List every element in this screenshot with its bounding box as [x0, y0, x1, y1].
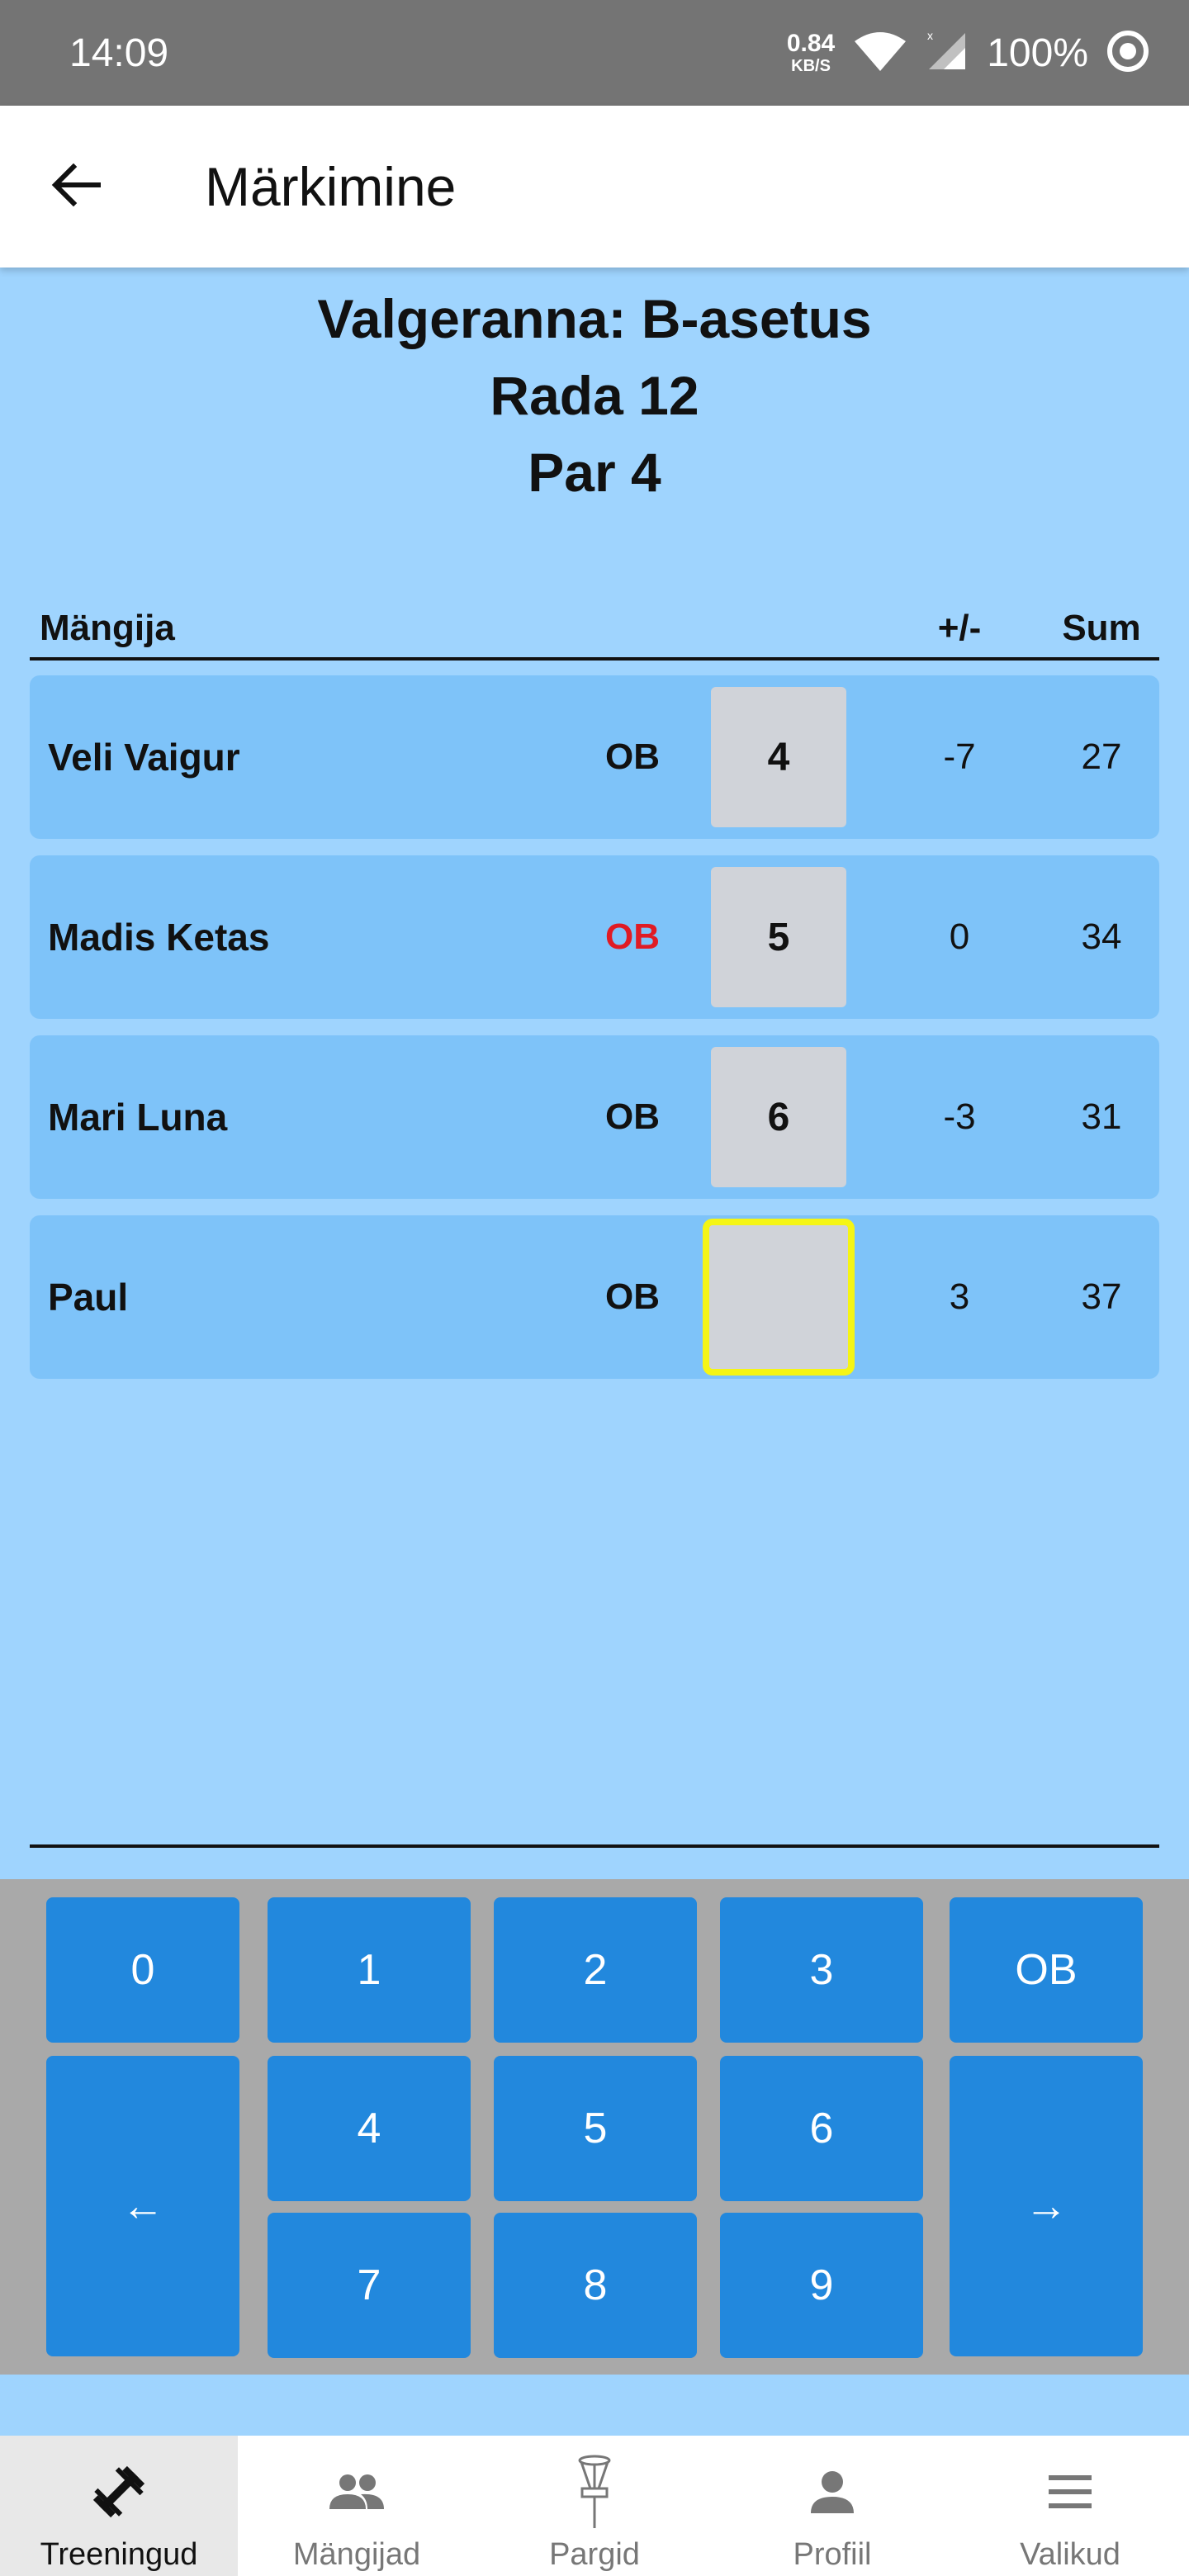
- player-row: Paul OB 3 37: [30, 1215, 1159, 1379]
- score-cell[interactable]: 5: [711, 867, 846, 1007]
- hole-header: Valgeranna: B-asetus Rada 12 Par 4: [0, 281, 1189, 511]
- nav-label: Pargid: [549, 2537, 640, 2572]
- player-name: Paul: [48, 1276, 129, 1319]
- status-bar: 14:09 0.84 KB/S x 100%: [0, 0, 1189, 106]
- nav-label: Valikud: [1020, 2537, 1120, 2572]
- key-1[interactable]: 1: [268, 1897, 471, 2043]
- nav-item-valikud[interactable]: Valikud: [951, 2436, 1189, 2576]
- nav-label: Profiil: [793, 2537, 872, 2572]
- course-name: Valgeranna: B-asetus: [317, 288, 872, 349]
- status-icons: 0.84 KB/S x 100%: [786, 29, 1149, 77]
- sum-value: 31: [1081, 1096, 1122, 1137]
- nav-item-profiil[interactable]: Profiil: [713, 2436, 951, 2576]
- plus-minus-value: 3: [949, 1276, 970, 1317]
- battery-percent: 100%: [987, 31, 1088, 75]
- sum-value: 37: [1081, 1276, 1122, 1317]
- player-name: Madis Ketas: [48, 916, 270, 959]
- player-rows: Veli Vaigur OB 4 -7 27 Madis Ketas OB 5 …: [30, 675, 1159, 1395]
- player-row: Veli Vaigur OB 4 -7 27: [30, 675, 1159, 839]
- sum-value: 27: [1081, 736, 1122, 777]
- score-table-header: Mängija +/- Sum: [30, 603, 1159, 661]
- battery-saver-icon: [1106, 30, 1149, 77]
- key-7[interactable]: 7: [268, 2213, 471, 2358]
- status-time: 14:09: [69, 31, 169, 75]
- plus-minus-value: -3: [943, 1096, 976, 1137]
- app-bar: Märkimine: [0, 106, 1189, 268]
- nav-label: Mängijad: [292, 2537, 421, 2572]
- signal-icon: x: [926, 29, 969, 77]
- key-2[interactable]: 2: [494, 1897, 697, 2043]
- score-keypad: 0 1 2 3 OB ← 4 5 6 → 7 8 9: [0, 1879, 1189, 2375]
- back-button[interactable]: [38, 149, 114, 225]
- nav-label: Treeningud: [40, 2537, 198, 2572]
- person-icon: [809, 2455, 855, 2529]
- ob-toggle[interactable]: OB: [583, 675, 682, 839]
- plus-minus-value: -7: [943, 736, 976, 777]
- next-player-button[interactable]: →: [950, 2056, 1143, 2356]
- key-5[interactable]: 5: [494, 2056, 697, 2201]
- svg-text:x: x: [927, 30, 933, 42]
- header-plus-minus: +/-: [937, 608, 982, 648]
- arrow-left-icon: ←: [121, 2182, 164, 2230]
- key-0[interactable]: 0: [46, 1897, 239, 2043]
- nav-item-treeningud[interactable]: Treeningud: [0, 2436, 238, 2576]
- score-cell[interactable]: 4: [711, 687, 846, 827]
- wifi-icon: [853, 30, 907, 77]
- divider: [30, 1844, 1159, 1848]
- hole-par: Par 4: [528, 442, 661, 503]
- net-speed-unit: KB/S: [791, 57, 831, 75]
- ob-toggle[interactable]: OB: [583, 855, 682, 1019]
- score-cell-selected[interactable]: [703, 1219, 855, 1376]
- arrow-right-icon: →: [1025, 2182, 1068, 2230]
- key-6[interactable]: 6: [720, 2056, 923, 2201]
- page-title: Märkimine: [205, 156, 457, 217]
- score-cell[interactable]: 6: [711, 1047, 846, 1187]
- player-row: Madis Ketas OB 5 0 34: [30, 855, 1159, 1019]
- people-icon: [328, 2455, 386, 2529]
- key-4[interactable]: 4: [268, 2056, 471, 2201]
- app-root: 14:09 0.84 KB/S x 100% Märkimine Valgera…: [0, 0, 1189, 2576]
- hole-number: Rada 12: [490, 365, 699, 426]
- key-9[interactable]: 9: [720, 2213, 923, 2358]
- net-speed: 0.84 KB/S: [786, 30, 836, 75]
- bottom-nav: Treeningud Mängijad Pargid Profiil Valik…: [0, 2436, 1189, 2576]
- header-sum: Sum: [1062, 608, 1141, 648]
- ob-toggle[interactable]: OB: [583, 1035, 682, 1199]
- disc-golf-basket-icon: [574, 2455, 615, 2529]
- net-speed-value: 0.84: [786, 30, 836, 57]
- sum-value: 34: [1081, 916, 1122, 957]
- dumbbell-icon: [90, 2455, 148, 2529]
- key-8[interactable]: 8: [494, 2213, 697, 2358]
- player-row: Mari Luna OB 6 -3 31: [30, 1035, 1159, 1199]
- menu-icon: [1047, 2455, 1093, 2529]
- player-name: Veli Vaigur: [48, 736, 240, 779]
- nav-item-pargid[interactable]: Pargid: [476, 2436, 713, 2576]
- prev-player-button[interactable]: ←: [46, 2056, 239, 2356]
- nav-item-mangijad[interactable]: Mängijad: [238, 2436, 476, 2576]
- player-name: Mari Luna: [48, 1096, 228, 1139]
- ob-toggle[interactable]: OB: [583, 1215, 682, 1379]
- plus-minus-value: 0: [949, 916, 970, 957]
- arrow-left-icon: [50, 163, 102, 211]
- key-ob[interactable]: OB: [950, 1897, 1143, 2043]
- header-player: Mängija: [40, 608, 175, 648]
- key-3[interactable]: 3: [720, 1897, 923, 2043]
